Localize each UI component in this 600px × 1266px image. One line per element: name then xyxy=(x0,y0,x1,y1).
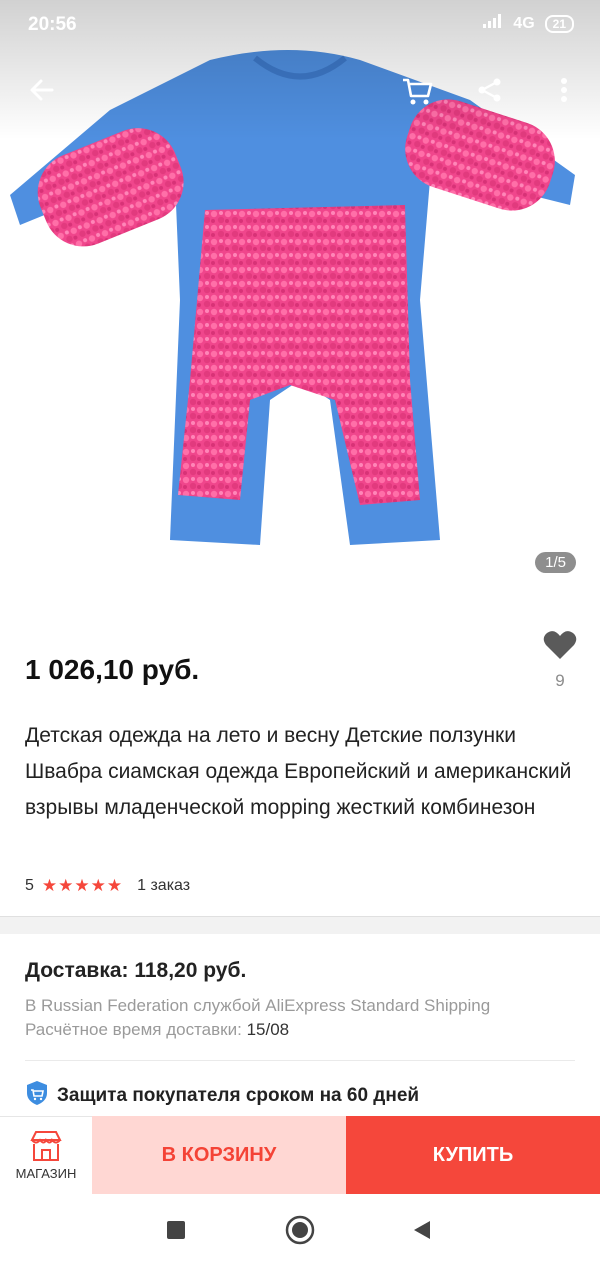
product-image-gallery[interactable]: 20:56 4G 21 1/5 xyxy=(0,0,600,610)
signal-icon xyxy=(483,14,503,33)
price-section: 1 026,10 руб. 9 xyxy=(0,622,600,712)
action-bar: МАГАЗИН В КОРЗИНУ КУПИТЬ xyxy=(0,1116,600,1194)
shipping-title[interactable]: Доставка: 118,20 руб. xyxy=(25,959,246,983)
status-time: 20:56 xyxy=(28,14,77,35)
system-navigation-bar xyxy=(0,1194,600,1266)
cart-button[interactable] xyxy=(395,68,439,112)
top-navigation xyxy=(0,64,600,114)
shipping-eta: Расчётное время доставки: 15/08 xyxy=(25,1020,289,1040)
store-label: МАГАЗИН xyxy=(15,1166,77,1181)
store-button[interactable]: МАГАЗИН xyxy=(0,1116,92,1194)
back-button[interactable] xyxy=(20,68,64,112)
nav-recent-icon xyxy=(167,1221,185,1239)
more-vertical-icon xyxy=(561,78,567,102)
network-type: 4G xyxy=(513,14,535,32)
image-counter: 1/5 xyxy=(535,552,576,573)
favorite-count: 9 xyxy=(555,671,565,690)
cart-icon xyxy=(403,78,433,105)
order-count: 1 заказ xyxy=(137,877,191,894)
status-indicators: 4G 21 xyxy=(483,14,574,33)
nav-home-icon xyxy=(285,1215,315,1245)
share-button[interactable] xyxy=(468,68,512,112)
nav-back-button[interactable] xyxy=(406,1214,438,1246)
back-arrow-icon xyxy=(30,79,54,101)
rating-row[interactable]: 5 ★★★★★ 1 заказ xyxy=(25,876,190,896)
rating-stars-icon: ★★★★★ xyxy=(41,876,124,895)
shipping-divider xyxy=(25,1060,575,1061)
more-options-button[interactable] xyxy=(542,68,586,112)
share-icon xyxy=(478,78,501,102)
rating-score: 5 xyxy=(25,877,34,894)
product-title: Детская одежда на лето и весну Детские п… xyxy=(25,724,572,819)
shipping-eta-label: Расчётное время доставки: xyxy=(25,1020,242,1039)
section-divider xyxy=(0,916,600,934)
heart-icon xyxy=(543,631,577,659)
buy-now-button[interactable]: КУПИТЬ xyxy=(346,1116,600,1194)
buyer-protection-text: Защита покупателя сроком на 60 дней xyxy=(57,1085,420,1106)
battery-icon: 21 xyxy=(544,14,574,33)
add-to-cart-button[interactable]: В КОРЗИНУ xyxy=(92,1116,346,1194)
status-bar: 20:56 4G 21 xyxy=(0,0,600,50)
nav-back-icon xyxy=(414,1221,430,1239)
store-icon xyxy=(30,1131,62,1161)
nav-home-button[interactable] xyxy=(284,1214,316,1246)
favorite-button[interactable]: 9 xyxy=(542,630,578,691)
shipping-eta-value: 15/08 xyxy=(246,1020,290,1039)
product-price: 1 026,10 руб. xyxy=(25,654,200,685)
shield-icon xyxy=(25,1080,49,1112)
nav-recent-button[interactable] xyxy=(160,1214,192,1246)
buyer-protection[interactable]: Защита покупателя сроком на 60 дней xyxy=(25,1080,419,1112)
shipping-service: В Russian Federation службой AliExpress … xyxy=(25,996,491,1015)
